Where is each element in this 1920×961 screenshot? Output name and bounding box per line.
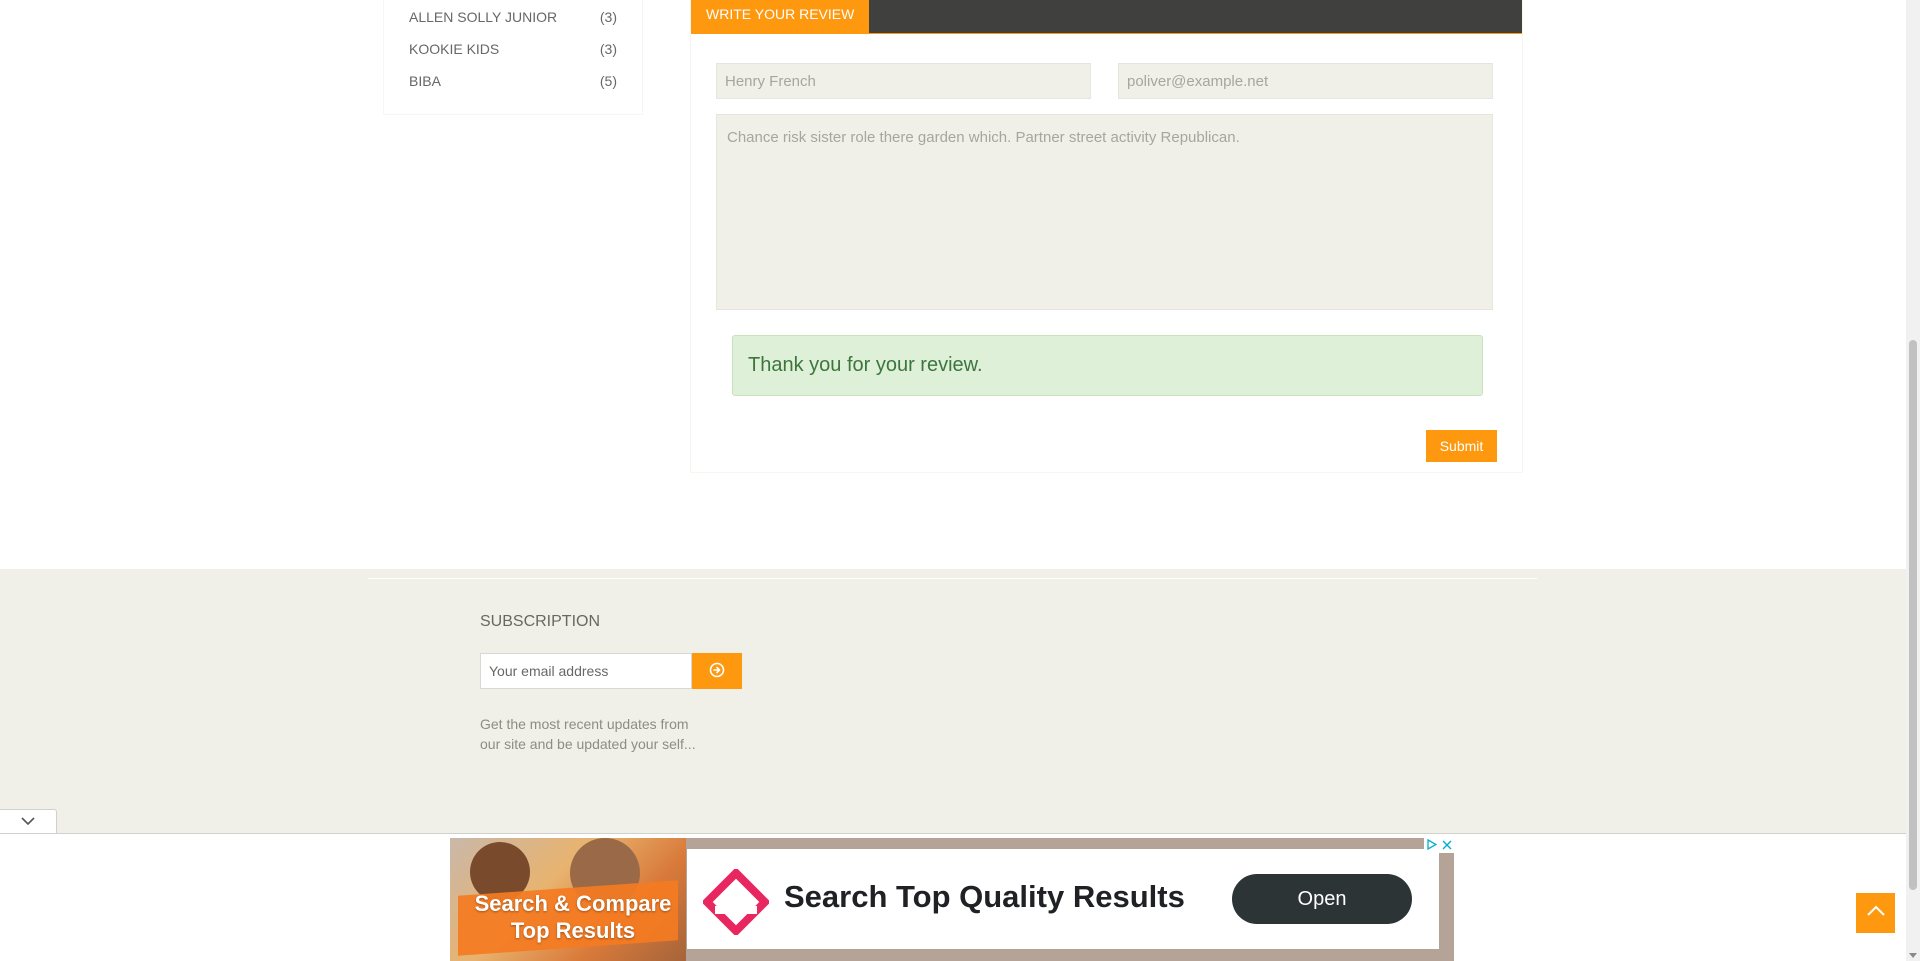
brand-name[interactable]: BIBA — [409, 73, 441, 93]
email-input[interactable] — [1118, 63, 1493, 99]
ad-left-text: Search & Compare Top Results — [474, 891, 672, 943]
close-icon[interactable] — [1442, 838, 1452, 855]
brand-name[interactable]: ALLEN SOLLY JUNIOR — [409, 9, 557, 29]
success-alert: Thank you for your review. — [732, 335, 1483, 396]
ad-card[interactable]: Search Top Quality Results Open — [687, 849, 1439, 949]
scrollbar[interactable] — [1906, 0, 1920, 961]
chevron-down-icon — [21, 813, 35, 831]
brand-count: (5) — [599, 73, 617, 89]
subscription-email-input[interactable] — [480, 653, 692, 689]
tab-write-your-review[interactable]: WRITE YOUR REVIEW — [691, 0, 870, 33]
chevron-up-icon — [1866, 904, 1886, 922]
ad-choices[interactable] — [1424, 838, 1454, 853]
footer-divider — [368, 578, 1537, 579]
footer: SUBSCRIPTION Get the most recent updates… — [0, 569, 1906, 833]
brand-count: (3) — [599, 9, 617, 25]
scrollbar-thumb[interactable] — [1909, 340, 1917, 890]
subscription-description: Get the most recent updates from our sit… — [480, 716, 696, 752]
ad-image: Search & Compare Top Results — [450, 838, 686, 961]
subscribe-button[interactable] — [692, 653, 742, 689]
ad-divider — [0, 833, 1906, 834]
brand-item-biba[interactable]: BIBA (5) — [409, 73, 617, 93]
brand-item-kookie-kids[interactable]: KOOKIE KIDS (3) — [409, 41, 617, 61]
review-tabbar: WRITE YOUR REVIEW — [691, 0, 1522, 34]
ad-open-button[interactable]: Open — [1232, 874, 1412, 924]
brand-count: (3) — [599, 41, 617, 57]
subscription-title: SUBSCRIPTION — [480, 613, 601, 630]
review-panel: WRITE YOUR REVIEW Thank you for your rev… — [690, 0, 1523, 473]
review-textarea[interactable] — [716, 114, 1493, 310]
adchoices-icon[interactable] — [1426, 838, 1437, 855]
brands-panel: ALLEN SOLLY JUNIOR (3) KOOKIE KIDS (3) B… — [383, 0, 643, 115]
brand-name[interactable]: KOOKIE KIDS — [409, 41, 499, 61]
brand-item-allen-solly-junior[interactable]: ALLEN SOLLY JUNIOR (3) — [409, 9, 617, 29]
name-input[interactable] — [716, 63, 1091, 99]
collapse-ad-button[interactable] — [0, 809, 57, 833]
ad-headline[interactable]: Search Top Quality Results — [784, 879, 1185, 915]
scroll-top-button[interactable] — [1856, 893, 1895, 933]
submit-button[interactable]: Submit — [1426, 430, 1497, 462]
ad-logo-icon — [701, 867, 771, 940]
ad-banner[interactable]: Search & Compare Top Results Search Top … — [450, 838, 1454, 961]
scroll-down-arrow-icon[interactable] — [1909, 953, 1917, 958]
arrow-circle-right-icon — [709, 662, 725, 681]
